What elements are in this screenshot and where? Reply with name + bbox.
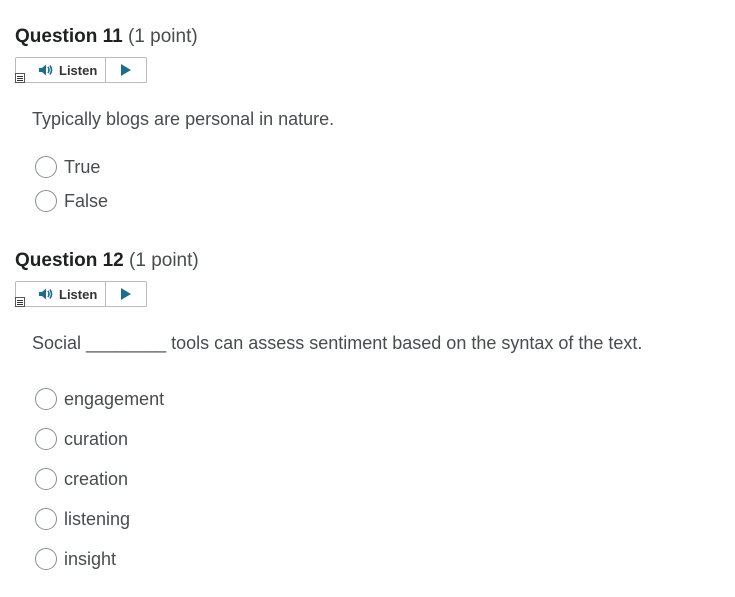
play-button[interactable] — [106, 58, 146, 82]
option-insight[interactable]: insight — [35, 546, 116, 572]
question-points: (1 point) — [129, 250, 199, 271]
option-engagement[interactable]: engagement — [35, 386, 164, 412]
option-creation[interactable]: creation — [35, 466, 128, 492]
option-label: listening — [64, 508, 131, 529]
listen-widget: Listen — [15, 281, 147, 307]
speaker-icon — [38, 287, 54, 301]
option-label: curation — [64, 428, 129, 449]
question-text-after: tools can assess sentiment based on the … — [171, 333, 643, 353]
fill-blank: ________ — [86, 333, 167, 353]
question-text: Social ________ tools can assess sentime… — [32, 333, 642, 354]
question-title: Question 12 (1 point) — [15, 249, 725, 273]
option-label: False — [64, 190, 109, 211]
option-label: insight — [64, 548, 117, 569]
option-true[interactable]: True — [35, 154, 100, 180]
question-points: (1 point) — [127, 26, 198, 47]
radio-button[interactable] — [35, 548, 57, 570]
question-title: Question 11 (1 point) — [15, 25, 725, 49]
speaker-icon — [38, 63, 54, 77]
play-button[interactable] — [106, 282, 146, 306]
listen-label: Listen — [59, 62, 98, 78]
question-12: Question 12 (1 point) — [15, 249, 725, 273]
option-listening[interactable]: listening — [35, 506, 130, 532]
option-label: engagement — [64, 388, 165, 409]
menu-icon[interactable] — [15, 297, 25, 307]
radio-button[interactable] — [35, 428, 57, 450]
option-label: creation — [64, 468, 129, 489]
listen-button[interactable]: Listen — [16, 282, 107, 306]
option-curation[interactable]: curation — [35, 426, 128, 452]
play-icon — [121, 64, 132, 76]
option-label: True — [64, 156, 101, 177]
radio-button[interactable] — [35, 156, 57, 178]
question-text: Typically blogs are personal in nature. — [32, 109, 335, 129]
radio-button[interactable] — [35, 190, 57, 212]
listen-widget: Listen — [15, 57, 147, 83]
question-number: Question 12 — [15, 250, 124, 271]
play-icon — [121, 288, 132, 300]
menu-icon[interactable] — [15, 73, 25, 83]
radio-button[interactable] — [35, 468, 57, 490]
radio-button[interactable] — [35, 508, 57, 530]
radio-button[interactable] — [35, 388, 57, 410]
option-false[interactable]: False — [35, 188, 108, 214]
listen-button[interactable]: Listen — [16, 58, 107, 82]
listen-label: Listen — [59, 286, 98, 302]
question-11: Question 11 (1 point) — [15, 25, 725, 49]
question-text-before: Social — [32, 333, 82, 353]
question-number: Question 11 — [15, 26, 123, 47]
